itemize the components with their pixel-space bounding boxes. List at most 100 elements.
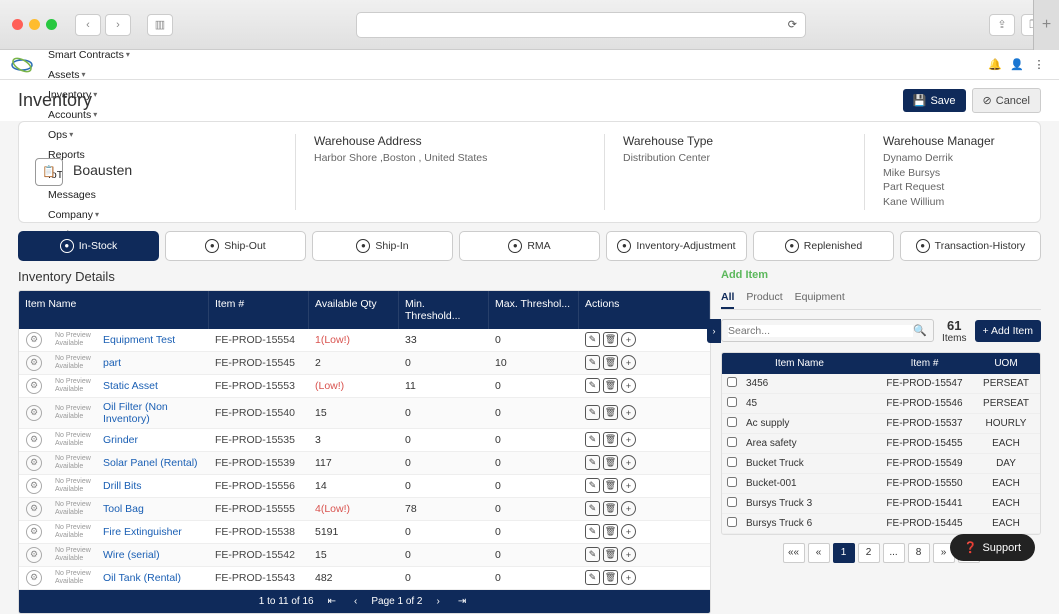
sidebar-toggle[interactable]: ▥ [147, 14, 173, 36]
select-item-checkbox[interactable] [727, 457, 737, 467]
item-name-link[interactable]: Solar Panel (Rental) [97, 454, 209, 472]
search-box[interactable]: 🔍 [721, 319, 934, 342]
nav-assets[interactable]: Assets▾ [42, 65, 136, 85]
add-icon[interactable]: + [621, 332, 636, 347]
page-8[interactable]: 8 [908, 543, 930, 563]
select-item-checkbox[interactable] [727, 497, 737, 507]
edit-icon[interactable]: ✎ [585, 478, 600, 493]
app-logo[interactable] [10, 56, 34, 74]
page-2[interactable]: 2 [858, 543, 880, 563]
collapse-handle[interactable]: › [707, 319, 721, 343]
edit-icon[interactable]: ✎ [585, 547, 600, 562]
page-«[interactable]: « [808, 543, 830, 563]
user-avatar[interactable]: 👤 [1007, 55, 1027, 75]
gear-icon[interactable]: ⚙ [26, 570, 42, 586]
search-icon[interactable]: 🔍 [913, 324, 927, 337]
item-name-link[interactable]: Tool Bag [97, 500, 209, 518]
add-icon[interactable]: + [621, 405, 636, 420]
share-button[interactable]: ⇪ [989, 14, 1015, 36]
notifications-icon[interactable]: 🔔 [985, 55, 1005, 75]
next-page-button[interactable]: › [433, 596, 444, 607]
gear-icon[interactable]: ⚙ [26, 455, 42, 471]
minimize-window-icon[interactable] [29, 19, 40, 30]
support-button[interactable]: ❓ Support [950, 534, 1035, 561]
add-icon[interactable]: + [621, 570, 636, 585]
back-button[interactable]: ‹ [75, 14, 101, 36]
gear-icon[interactable]: ⚙ [26, 405, 42, 421]
select-item-checkbox[interactable] [727, 517, 737, 527]
delete-icon[interactable]: 🗑 [603, 405, 618, 420]
gear-icon[interactable]: ⚙ [26, 478, 42, 494]
gear-icon[interactable]: ⚙ [26, 501, 42, 517]
col-available-qty[interactable]: Available Qty [309, 291, 399, 329]
item-name-link[interactable]: Drill Bits [97, 477, 209, 495]
item-name-link[interactable]: part [97, 354, 209, 372]
item-name-link[interactable]: Fire Extinguisher [97, 523, 209, 541]
tab-inventory-adjustment[interactable]: ●Inventory-Adjustment [606, 231, 747, 261]
add-icon[interactable]: + [621, 432, 636, 447]
search-input[interactable] [728, 325, 913, 337]
select-item-checkbox[interactable] [727, 417, 737, 427]
more-icon[interactable]: ⋮ [1029, 55, 1049, 75]
col-min-threshold[interactable]: Min. Threshold... [399, 291, 489, 329]
gear-icon[interactable]: ⚙ [26, 332, 42, 348]
add-item-button[interactable]: + Add Item [975, 320, 1042, 342]
delete-icon[interactable]: 🗑 [603, 455, 618, 470]
tab-ship-out[interactable]: ●Ship-Out [165, 231, 306, 261]
add-icon[interactable]: + [621, 547, 636, 562]
save-button[interactable]: 💾 Save [903, 89, 966, 112]
col-item-name[interactable]: Item Name [19, 291, 209, 329]
item-name-link[interactable]: Grinder [97, 431, 209, 449]
add-icon[interactable]: + [621, 478, 636, 493]
item-name-link[interactable]: Wire (serial) [97, 546, 209, 564]
delete-icon[interactable]: 🗑 [603, 332, 618, 347]
first-page-button[interactable]: ⇤ [324, 596, 340, 607]
gear-icon[interactable]: ⚙ [26, 355, 42, 371]
add-icon[interactable]: + [621, 378, 636, 393]
delete-icon[interactable]: 🗑 [603, 478, 618, 493]
sub-tab-equipment[interactable]: Equipment [795, 287, 845, 309]
gear-icon[interactable]: ⚙ [26, 547, 42, 563]
page-...[interactable]: ... [883, 543, 905, 563]
reload-icon[interactable]: ⟳ [788, 18, 797, 31]
close-window-icon[interactable] [12, 19, 23, 30]
forward-button[interactable]: › [105, 14, 131, 36]
item-name-link[interactable]: Oil Tank (Rental) [97, 569, 209, 587]
add-icon[interactable]: + [621, 524, 636, 539]
delete-icon[interactable]: 🗑 [603, 378, 618, 393]
delete-icon[interactable]: 🗑 [603, 547, 618, 562]
edit-icon[interactable]: ✎ [585, 501, 600, 516]
delete-icon[interactable]: 🗑 [603, 432, 618, 447]
page-««[interactable]: «« [783, 543, 805, 563]
gear-icon[interactable]: ⚙ [26, 524, 42, 540]
item-name-link[interactable]: Static Asset [97, 377, 209, 395]
edit-icon[interactable]: ✎ [585, 432, 600, 447]
edit-icon[interactable]: ✎ [585, 332, 600, 347]
select-item-checkbox[interactable] [727, 477, 737, 487]
delete-icon[interactable]: 🗑 [603, 570, 618, 585]
prev-page-button[interactable]: ‹ [350, 596, 361, 607]
edit-icon[interactable]: ✎ [585, 524, 600, 539]
delete-icon[interactable]: 🗑 [603, 524, 618, 539]
edit-icon[interactable]: ✎ [585, 378, 600, 393]
add-icon[interactable]: + [621, 501, 636, 516]
item-name-link[interactable]: Oil Filter (Non Inventory) [97, 398, 209, 428]
url-bar[interactable]: ⟳ [356, 12, 806, 38]
new-tab-button[interactable]: + [1033, 0, 1059, 50]
tab-rma[interactable]: ●RMA [459, 231, 600, 261]
page-1[interactable]: 1 [833, 543, 855, 563]
tab-ship-in[interactable]: ●Ship-In [312, 231, 453, 261]
maximize-window-icon[interactable] [46, 19, 57, 30]
tab-transaction-history[interactable]: ●Transaction-History [900, 231, 1041, 261]
tab-replenished[interactable]: ●Replenished [753, 231, 894, 261]
cancel-button[interactable]: ⊘ Cancel [972, 88, 1041, 113]
last-page-button[interactable]: ⇥ [454, 596, 470, 607]
select-item-checkbox[interactable] [727, 397, 737, 407]
edit-icon[interactable]: ✎ [585, 355, 600, 370]
add-icon[interactable]: + [621, 355, 636, 370]
item-name-link[interactable]: Equipment Test [97, 331, 209, 349]
gear-icon[interactable]: ⚙ [26, 432, 42, 448]
delete-icon[interactable]: 🗑 [603, 501, 618, 516]
edit-icon[interactable]: ✎ [585, 405, 600, 420]
sub-tab-all[interactable]: All [721, 287, 734, 309]
